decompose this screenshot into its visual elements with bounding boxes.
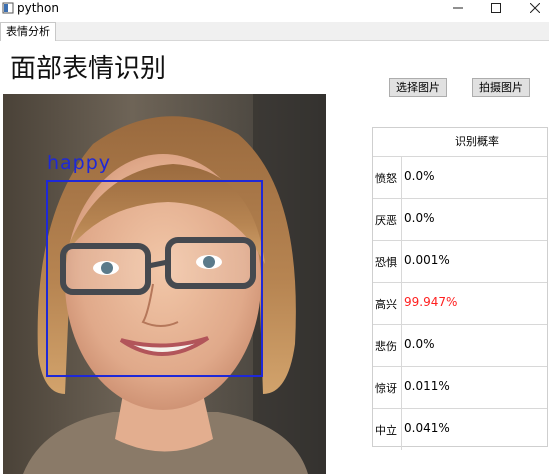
- emotion-name: 厌恶: [375, 214, 397, 227]
- face-photo: happy: [3, 94, 326, 474]
- cell-divider: [401, 157, 402, 198]
- emotion-probability: 0.0%: [404, 337, 435, 351]
- cell-divider: [401, 325, 402, 366]
- emotion-probability: 0.001%: [404, 253, 450, 267]
- probability-header-label: 识别概率: [455, 135, 499, 148]
- maximize-button[interactable]: [476, 0, 516, 16]
- table-row: 恐惧 0.001%: [373, 240, 547, 282]
- emotion-probability: 0.041%: [404, 421, 450, 435]
- page-title: 面部表情识别: [10, 54, 167, 84]
- emotion-name: 愤怒: [375, 172, 397, 185]
- select-image-button[interactable]: 选择图片: [389, 78, 447, 97]
- emotion-name: 中立: [375, 424, 397, 437]
- cell-divider: [401, 409, 402, 450]
- table-row: 中立 0.041%: [373, 408, 547, 450]
- title-bar: python: [0, 0, 549, 18]
- close-icon: [530, 3, 540, 13]
- cell-divider: [401, 283, 402, 324]
- probability-header: 识别概率: [373, 128, 547, 156]
- app-icon: [2, 2, 14, 14]
- table-row: 悲伤 0.0%: [373, 324, 547, 366]
- emotion-probability: 0.0%: [404, 169, 435, 183]
- take-photo-button[interactable]: 拍摄图片: [472, 78, 530, 97]
- tab-bar: 表情分析: [0, 22, 549, 41]
- minimize-button[interactable]: [438, 0, 478, 16]
- minimize-icon: [453, 7, 463, 9]
- emotion-probability: 0.011%: [404, 379, 450, 393]
- table-row: 高兴 99.947%: [373, 282, 547, 324]
- detected-emotion-label: happy: [47, 152, 112, 174]
- table-row: 愤怒 0.0%: [373, 156, 547, 198]
- cell-divider: [401, 241, 402, 282]
- close-button[interactable]: [515, 0, 549, 16]
- emotion-name: 悲伤: [375, 340, 397, 353]
- face-bounding-box: [46, 180, 263, 377]
- table-row: 惊讶 0.011%: [373, 366, 547, 408]
- window-title: python: [17, 1, 59, 15]
- emotion-probability: 0.0%: [404, 211, 435, 225]
- tab-expression-analysis[interactable]: 表情分析: [0, 22, 56, 41]
- emotion-probability-highlight: 99.947%: [404, 295, 458, 309]
- maximize-icon: [491, 3, 501, 13]
- emotion-name: 高兴: [375, 298, 397, 311]
- probability-table: 识别概率 愤怒 0.0% 厌恶 0.0% 恐惧 0.001% 高兴 99.947…: [372, 127, 548, 450]
- emotion-name: 恐惧: [375, 256, 397, 269]
- table-row: 厌恶 0.0%: [373, 198, 547, 240]
- cell-divider: [401, 199, 402, 240]
- emotion-name: 惊讶: [375, 382, 397, 395]
- cell-divider: [401, 367, 402, 408]
